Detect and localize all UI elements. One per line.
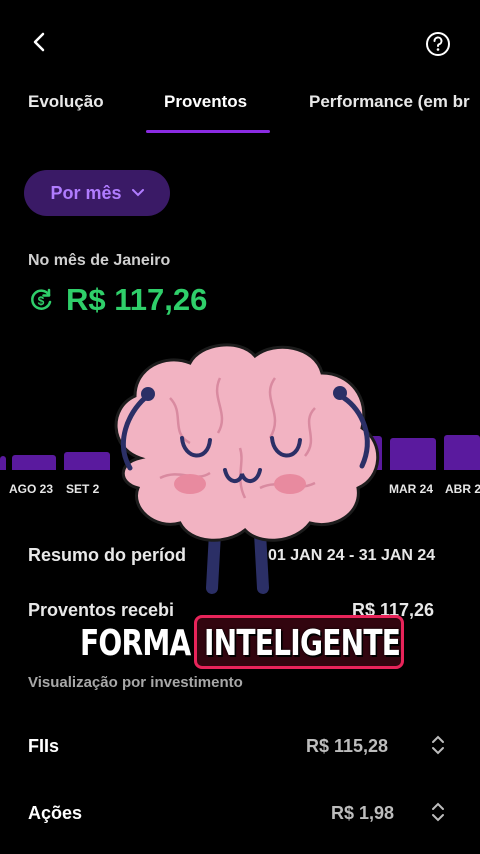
- investment-name: Ações: [28, 803, 83, 823]
- back-button[interactable]: [26, 28, 54, 56]
- question-circle-icon: [426, 32, 450, 56]
- chart-bar[interactable]: [0, 456, 6, 470]
- investment-name: FIIs: [28, 736, 60, 756]
- help-button[interactable]: [424, 30, 452, 58]
- total-row: $ R$ 117,26: [28, 282, 207, 318]
- brain-sticker: [114, 343, 380, 594]
- sort-arrows-icon[interactable]: [430, 733, 446, 757]
- month-label: No mês de Janeiro: [28, 252, 171, 269]
- chevron-left-icon: [33, 32, 45, 52]
- period-filter-label: Por mês: [50, 182, 122, 203]
- tab-performance[interactable]: Performance (em br: [309, 92, 470, 112]
- investment-value: R$ 115,28: [306, 736, 389, 756]
- chevron-down-icon: [131, 189, 144, 197]
- period-filter-button[interactable]: Por mês: [24, 170, 170, 216]
- chart-bar[interactable]: [444, 435, 480, 470]
- view-by-investment-label: Visualização por investimento: [28, 674, 243, 691]
- tab-bar: Evolução Proventos Performance (em br: [0, 90, 480, 134]
- chart-bar[interactable]: [12, 455, 56, 470]
- caption-word-highlighted: INTELIGENTE: [204, 622, 401, 664]
- chart-tick-label: SET 2: [66, 482, 100, 496]
- video-caption: FORMA INTELIGENTE: [80, 615, 404, 671]
- total-value: R$ 117,26: [66, 282, 208, 317]
- active-tab-indicator: [146, 130, 270, 133]
- tab-proventos[interactable]: Proventos: [164, 92, 247, 112]
- investment-value: R$ 1,98: [331, 803, 395, 823]
- chart-tick-label: AGO 23: [9, 482, 54, 496]
- svg-text:$: $: [38, 294, 45, 308]
- caption-word: FORMA: [80, 622, 191, 664]
- chart-tick-label: ABR 2: [445, 482, 480, 496]
- chart-bar[interactable]: [390, 438, 436, 470]
- sort-arrows-icon[interactable]: [430, 800, 446, 824]
- tab-evolucao[interactable]: Evolução: [28, 92, 104, 112]
- dollar-cycle-icon: $: [31, 288, 52, 310]
- chart-tick-label: MAR 24: [389, 482, 434, 496]
